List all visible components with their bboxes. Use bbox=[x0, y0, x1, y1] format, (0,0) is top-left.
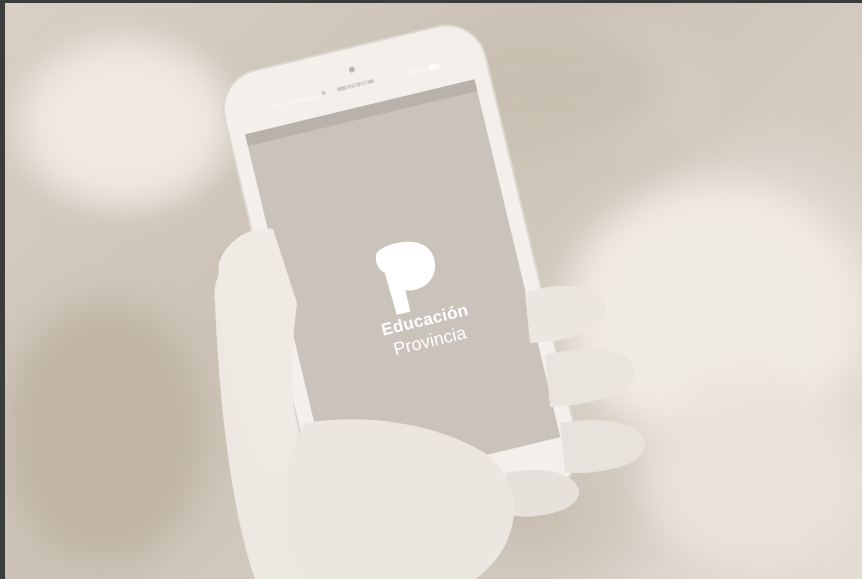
status-time: 9:00 PM bbox=[344, 80, 370, 93]
finger bbox=[525, 285, 606, 343]
battery-icon bbox=[428, 63, 441, 71]
finger bbox=[545, 348, 636, 407]
finger bbox=[560, 419, 645, 473]
photo-frame: •••◦◦ Invision ᯤ 9:00 PM 100% Educación … bbox=[5, 3, 862, 579]
battery-percent: 100% bbox=[407, 66, 426, 78]
